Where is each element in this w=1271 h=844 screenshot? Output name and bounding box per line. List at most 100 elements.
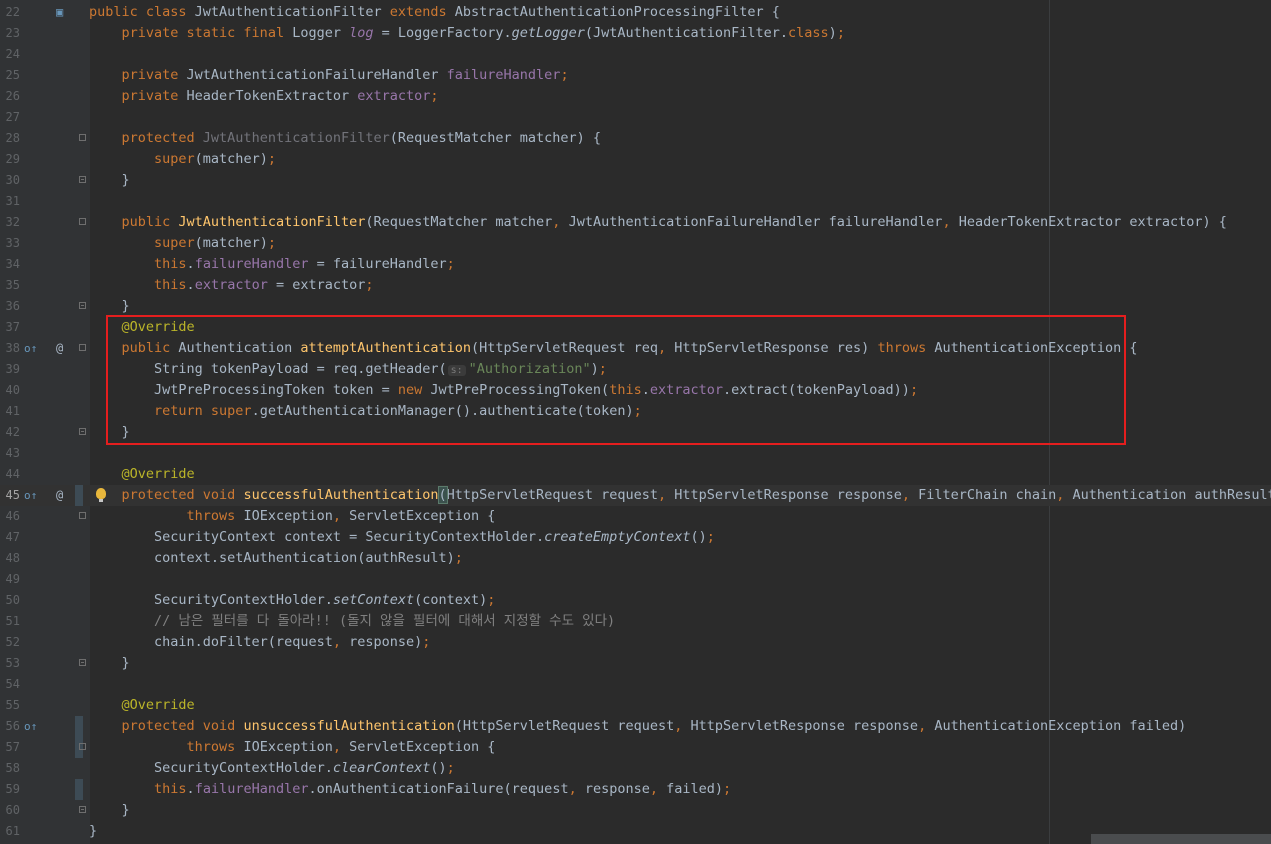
fold-marker-icon[interactable]: [79, 134, 86, 141]
code-text[interactable]: super(matcher);: [89, 233, 276, 254]
code-text[interactable]: chain.doFilter(request, response);: [89, 632, 430, 653]
code-line[interactable]: 48 context.setAuthentication(authResult)…: [0, 548, 1271, 569]
code-line[interactable]: 53 }: [0, 653, 1271, 674]
code-line[interactable]: 51 // 남은 필터를 다 돌아라!! (돌지 않을 필터에 대해서 지정할 …: [0, 611, 1271, 632]
fold-marker-icon[interactable]: [79, 218, 86, 225]
code-line[interactable]: 60 }: [0, 800, 1271, 821]
code-text[interactable]: private static final Logger log = Logger…: [89, 23, 845, 44]
line-number: 26: [5, 89, 20, 103]
code-text[interactable]: private HeaderTokenExtractor extractor;: [89, 86, 439, 107]
code-line[interactable]: 45 o↑ @ protected void successfulAuthentic…: [0, 485, 1271, 506]
code-line[interactable]: 33 super(matcher);: [0, 233, 1271, 254]
horizontal-scrollbar[interactable]: [1091, 834, 1271, 844]
code-text[interactable]: }: [89, 296, 130, 317]
fold-marker-icon[interactable]: [79, 344, 86, 351]
line-number: 51: [5, 614, 20, 628]
code-line[interactable]: 29 super(matcher);: [0, 149, 1271, 170]
fold-marker-icon[interactable]: [79, 302, 86, 309]
code-text[interactable]: protected void unsuccessfulAuthenticatio…: [89, 716, 1187, 737]
vcs-change-marker[interactable]: [75, 485, 83, 506]
line-number: 37: [5, 320, 20, 334]
code-text[interactable]: }: [89, 821, 97, 842]
code-text[interactable]: throws IOException, ServletException {: [89, 506, 496, 527]
override-method-icon[interactable]: o↑: [24, 485, 38, 506]
code-line[interactable]: 54: [0, 674, 1271, 695]
code-line[interactable]: 59 this.failureHandler.onAuthenticationF…: [0, 779, 1271, 800]
code-line[interactable]: 25 private JwtAuthenticationFailureHandl…: [0, 65, 1271, 86]
code-text[interactable]: SecurityContext context = SecurityContex…: [89, 527, 715, 548]
fold-marker-icon[interactable]: [79, 659, 86, 666]
code-text[interactable]: this.extractor = extractor;: [89, 275, 373, 296]
code-line[interactable]: 46 throws IOException, ServletException …: [0, 506, 1271, 527]
code-line[interactable]: 22 ▣ public class JwtAuthenticationFilter …: [0, 2, 1271, 23]
code-text[interactable]: SecurityContextHolder.setContext(context…: [89, 590, 495, 611]
vcs-change-marker[interactable]: [75, 716, 83, 737]
code-text[interactable]: public class JwtAuthenticationFilter ext…: [89, 2, 780, 23]
code-line[interactable]: 52 chain.doFilter(request, response);: [0, 632, 1271, 653]
fold-marker-icon[interactable]: [79, 428, 86, 435]
line-number: 54: [5, 677, 20, 691]
code-text[interactable]: }: [89, 800, 130, 821]
line-number: 29: [5, 152, 20, 166]
code-text[interactable]: protected JwtAuthenticationFilter(Reques…: [89, 128, 602, 149]
fold-marker-icon[interactable]: [79, 512, 86, 519]
code-line[interactable]: 23 private static final Logger log = Log…: [0, 23, 1271, 44]
code-text[interactable]: // 남은 필터를 다 돌아라!! (돌지 않을 필터에 대해서 지정할 수도 …: [89, 611, 615, 632]
override-method-icon[interactable]: o↑: [24, 716, 38, 737]
code-line[interactable]: 57 throws IOException, ServletException …: [0, 737, 1271, 758]
code-text[interactable]: public JwtAuthenticationFilter(RequestMa…: [89, 212, 1227, 233]
code-line[interactable]: 61}: [0, 821, 1271, 842]
code-text[interactable]: @Override: [89, 464, 195, 485]
code-line[interactable]: 34 this.failureHandler = failureHandler;: [0, 254, 1271, 275]
code-line[interactable]: 28 protected JwtAuthenticationFilter(Req…: [0, 128, 1271, 149]
code-line[interactable]: 36 }: [0, 296, 1271, 317]
code-text[interactable]: SecurityContextHolder.clearContext();: [89, 758, 455, 779]
code-text[interactable]: protected void successfulAuthentication(…: [89, 485, 1271, 506]
code-text[interactable]: }: [89, 170, 130, 191]
line-number: 24: [5, 47, 20, 61]
code-line[interactable]: 58 SecurityContextHolder.clearContext();: [0, 758, 1271, 779]
annotation-icon[interactable]: @: [56, 338, 70, 359]
code-line[interactable]: 55 @Override: [0, 695, 1271, 716]
code-text[interactable]: this.failureHandler.onAuthenticationFail…: [89, 779, 731, 800]
line-number: 56: [5, 719, 20, 733]
vcs-change-marker[interactable]: [75, 779, 83, 800]
code-text[interactable]: }: [89, 653, 130, 674]
fold-marker-icon[interactable]: [79, 176, 86, 183]
class-hierarchy-icon[interactable]: ▣: [56, 2, 70, 23]
code-line[interactable]: 44 @Override: [0, 464, 1271, 485]
code-line[interactable]: 47 SecurityContext context = SecurityCon…: [0, 527, 1271, 548]
code-line[interactable]: 24: [0, 44, 1271, 65]
code-line[interactable]: 30 }: [0, 170, 1271, 191]
code-text[interactable]: @Override: [89, 695, 195, 716]
line-number: 55: [5, 698, 20, 712]
fold-marker-icon[interactable]: [79, 806, 86, 813]
code-line[interactable]: 43: [0, 443, 1271, 464]
override-method-icon[interactable]: o↑: [24, 338, 38, 359]
code-line[interactable]: 26 private HeaderTokenExtractor extracto…: [0, 86, 1271, 107]
code-text[interactable]: this.failureHandler = failureHandler;: [89, 254, 455, 275]
line-number: 43: [5, 446, 20, 460]
line-number: 52: [5, 635, 20, 649]
code-text[interactable]: context.setAuthentication(authResult);: [89, 548, 463, 569]
code-text[interactable]: super(matcher);: [89, 149, 276, 170]
code-line[interactable]: 35 this.extractor = extractor;: [0, 275, 1271, 296]
line-number: 39: [5, 362, 20, 376]
code-line[interactable]: 31: [0, 191, 1271, 212]
code-text[interactable]: private JwtAuthenticationFailureHandler …: [89, 65, 569, 86]
code-line[interactable]: 27: [0, 107, 1271, 128]
code-editor[interactable]: 22 ▣ public class JwtAuthenticationFilter …: [0, 0, 1271, 844]
fold-marker-icon[interactable]: [79, 743, 86, 750]
code-line[interactable]: 32 public JwtAuthenticationFilter(Reques…: [0, 212, 1271, 233]
code-text[interactable]: throws IOException, ServletException {: [89, 737, 496, 758]
line-number: 42: [5, 425, 20, 439]
code-line[interactable]: 50 SecurityContextHolder.setContext(cont…: [0, 590, 1271, 611]
line-number: 23: [5, 26, 20, 40]
code-line[interactable]: 49: [0, 569, 1271, 590]
line-number: 27: [5, 110, 20, 124]
code-line[interactable]: 56 o↑ protected void unsuccessfulAuthenti…: [0, 716, 1271, 737]
line-number: 48: [5, 551, 20, 565]
line-number: 34: [5, 257, 20, 271]
annotation-icon[interactable]: @: [56, 485, 70, 506]
line-number: 35: [5, 278, 20, 292]
